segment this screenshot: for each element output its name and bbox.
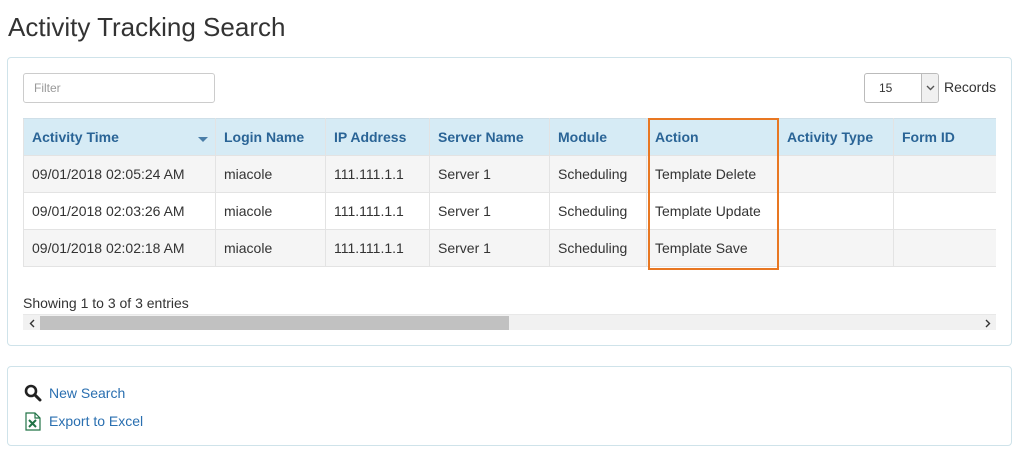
cell-login-name: miacole — [215, 229, 326, 267]
new-search-label: New Search — [49, 385, 126, 401]
cell-action: Template Update — [646, 192, 779, 230]
records-label: Records — [944, 79, 997, 95]
records-control: 15 Records — [864, 73, 996, 103]
sort-desc-icon — [198, 137, 208, 142]
column-header-label: IP Address — [334, 129, 407, 145]
excel-icon — [23, 411, 43, 431]
export-excel-label: Export to Excel — [49, 413, 144, 429]
scroll-right-icon[interactable] — [979, 315, 996, 331]
cell-activity-type — [778, 155, 894, 193]
column-header-label: Login Name — [224, 129, 305, 145]
table-row[interactable]: 09/01/2018 02:02:18 AM miacole 111.111.1… — [23, 229, 996, 267]
column-header-label: Module — [558, 129, 607, 145]
column-header-form-id[interactable]: Form ID — [893, 118, 996, 156]
cell-module: Scheduling — [549, 192, 647, 230]
table-header-row: Activity Time Login Name IP Address Serv… — [23, 118, 996, 156]
column-header-label: Server Name — [438, 129, 524, 145]
cell-module: Scheduling — [549, 155, 647, 193]
cell-ip-address: 111.111.1.1 — [325, 155, 430, 193]
cell-server-name: Server 1 — [429, 229, 550, 267]
cell-activity-type — [778, 229, 894, 267]
column-header-module[interactable]: Module — [549, 118, 647, 156]
cell-server-name: Server 1 — [429, 155, 550, 193]
cell-login-name: miacole — [215, 155, 326, 193]
cell-activity-type — [778, 192, 894, 230]
cell-action: Template Save — [646, 229, 779, 267]
cell-module: Scheduling — [549, 229, 647, 267]
column-header-label: Activity Time — [32, 129, 119, 145]
new-search-link[interactable]: New Search — [23, 383, 125, 403]
results-table-container: Activity Time Login Name IP Address Serv… — [23, 118, 996, 268]
cell-activity-time: 09/01/2018 02:03:26 AM — [23, 192, 216, 230]
column-header-label: Action — [655, 129, 699, 145]
cell-ip-address: 111.111.1.1 — [325, 192, 430, 230]
cell-form-id — [893, 155, 996, 193]
cell-server-name: Server 1 — [429, 192, 550, 230]
cell-form-id — [893, 229, 996, 267]
horizontal-scrollbar[interactable] — [23, 314, 996, 330]
page-title: Activity Tracking Search — [8, 12, 286, 42]
scrollbar-thumb[interactable] — [40, 316, 509, 330]
cell-activity-time: 09/01/2018 02:02:18 AM — [23, 229, 216, 267]
table-row[interactable]: 09/01/2018 02:05:24 AM miacole 111.111.1… — [23, 155, 996, 193]
cell-activity-time: 09/01/2018 02:05:24 AM — [23, 155, 216, 193]
table-row[interactable]: 09/01/2018 02:03:26 AM miacole 111.111.1… — [23, 192, 996, 230]
records-selected-value: 15 — [879, 81, 893, 95]
cell-login-name: miacole — [215, 192, 326, 230]
column-header-label: Activity Type — [787, 129, 874, 145]
records-per-page-select[interactable]: 15 — [864, 73, 939, 103]
chevron-down-icon[interactable] — [921, 74, 938, 102]
column-header-activity-time[interactable]: Activity Time — [23, 118, 216, 156]
results-panel: 15 Records Activity Time Login Name IP A… — [7, 57, 1012, 346]
results-table: Activity Time Login Name IP Address Serv… — [23, 118, 996, 267]
export-excel-link[interactable]: Export to Excel — [23, 411, 143, 431]
column-header-ip-address[interactable]: IP Address — [325, 118, 430, 156]
column-header-activity-type[interactable]: Activity Type — [778, 118, 894, 156]
cell-action: Template Delete — [646, 155, 779, 193]
scroll-left-icon[interactable] — [23, 315, 40, 331]
cell-form-id — [893, 192, 996, 230]
column-header-login-name[interactable]: Login Name — [215, 118, 326, 156]
actions-panel: New Search Export to Excel — [7, 366, 1012, 446]
search-icon — [23, 383, 43, 403]
column-header-server-name[interactable]: Server Name — [429, 118, 550, 156]
filter-input[interactable] — [23, 73, 215, 103]
cell-ip-address: 111.111.1.1 — [325, 229, 430, 267]
column-header-label: Form ID — [902, 129, 955, 145]
table-info: Showing 1 to 3 of 3 entries — [23, 295, 189, 311]
column-header-action[interactable]: Action — [646, 118, 779, 156]
